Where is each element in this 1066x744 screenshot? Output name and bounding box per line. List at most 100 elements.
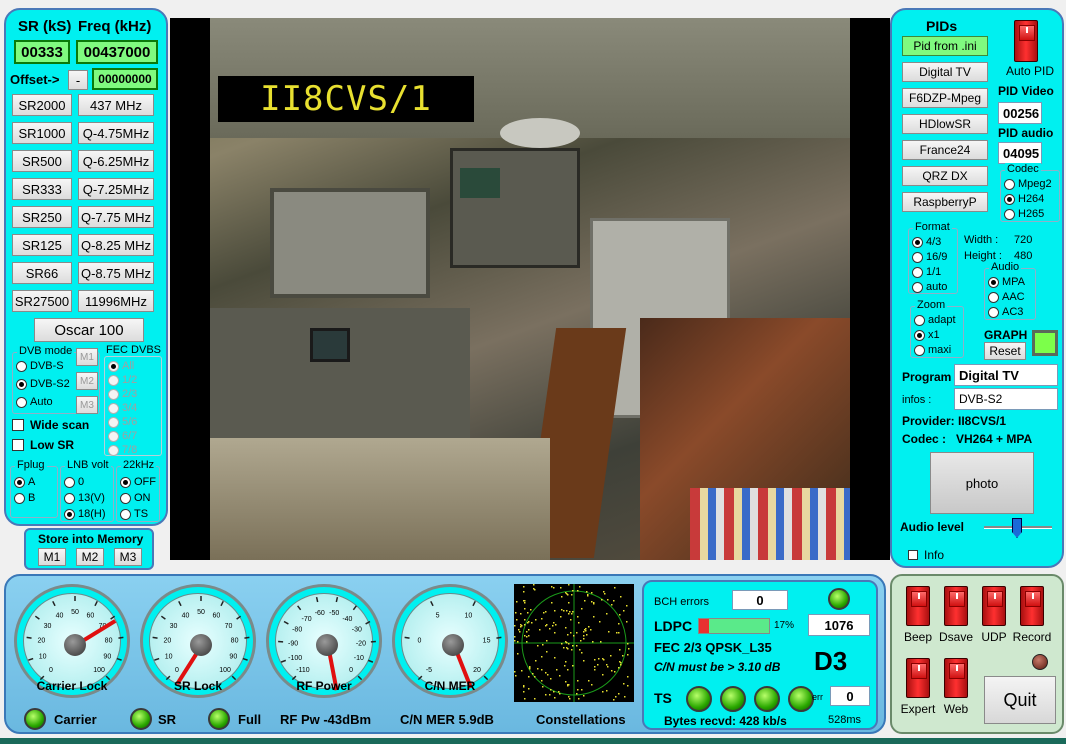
store-m1-button[interactable]: M1: [38, 548, 66, 566]
freq-button-7[interactable]: Q-8.75 MHz: [78, 262, 154, 284]
m3-button[interactable]: M3: [76, 396, 98, 414]
radio-lnb-0[interactable]: 0: [64, 476, 84, 488]
radio-fec-3[interactable]: 2/3: [108, 388, 137, 400]
sr-button-sr333[interactable]: SR333: [12, 178, 72, 200]
gauge-tick: [116, 657, 122, 661]
radio-lnb-18h[interactable]: 18(H): [64, 508, 106, 520]
radio-22k-ts[interactable]: TS: [120, 508, 148, 520]
freq-button-2[interactable]: Q-4.75MHz: [78, 122, 154, 144]
radio-fec-1[interactable]: All: [108, 360, 134, 372]
infos-input[interactable]: DVB-S2: [954, 388, 1058, 410]
radio-22k-on[interactable]: ON: [120, 492, 151, 504]
store-m2-button[interactable]: M2: [76, 548, 104, 566]
m2-button[interactable]: M2: [76, 372, 98, 390]
radio-fplug-a[interactable]: A: [14, 476, 35, 488]
freq-button-4[interactable]: Q-7.25MHz: [78, 178, 154, 200]
graph-led[interactable]: [1032, 330, 1058, 356]
gauge-tick: [220, 601, 224, 607]
sr-button-sr125[interactable]: SR125: [12, 234, 72, 256]
toggle-beep[interactable]: [906, 586, 930, 626]
gauge-caption: Carrier Lock: [36, 679, 108, 693]
offset-display[interactable]: 00000000: [92, 68, 158, 90]
wide-scan-checkbox[interactable]: Wide scan: [12, 418, 89, 432]
radio-fec-2[interactable]: 1/2: [108, 374, 137, 386]
pid-preset-button-7[interactable]: RaspberryP: [902, 192, 988, 212]
freq-button-8[interactable]: 11996MHz: [78, 290, 154, 312]
radio-fplug-b[interactable]: B: [14, 492, 35, 504]
parts-bins: [690, 488, 850, 560]
radio-fec-7[interactable]: 7/8: [108, 444, 137, 456]
width-value: 720: [1014, 234, 1033, 246]
video-area[interactable]: II8CVS/1: [170, 18, 890, 560]
carrier-status: Carrier: [54, 712, 97, 727]
radio-fec-4[interactable]: 3/4: [108, 402, 137, 414]
ldpc-bar: [698, 618, 770, 634]
sr-button-sr250[interactable]: SR250: [12, 206, 72, 228]
constellation-point: [594, 669, 596, 671]
pid-preset-button-3[interactable]: F6DZP-Mpeg: [902, 88, 988, 108]
freq-button-6[interactable]: Q-8.25 MHz: [78, 234, 154, 256]
oscar-100-button[interactable]: Oscar 100: [34, 318, 144, 342]
radio-format-4-3[interactable]: 4/3: [912, 236, 941, 248]
toggle-expert[interactable]: [906, 658, 930, 698]
pid-preset-button-1[interactable]: Pid from .ini: [902, 36, 988, 56]
program-input[interactable]: Digital TV: [954, 364, 1058, 386]
radio-format-1-1[interactable]: 1/1: [912, 266, 941, 278]
ldpc-percent: 17%: [774, 620, 795, 631]
radio-fec-5[interactable]: 5/6: [108, 416, 137, 428]
offset-sign-button[interactable]: -: [68, 70, 88, 90]
audio-level-slider[interactable]: [1012, 518, 1022, 538]
sr-display[interactable]: 00333: [14, 40, 70, 64]
quit-button[interactable]: Quit: [984, 676, 1056, 724]
freq-display[interactable]: 00437000: [76, 40, 158, 64]
freq-button-5[interactable]: Q-7.75 MHz: [78, 206, 154, 228]
radio-zoom-x1[interactable]: x1: [914, 329, 940, 341]
freq-button-3[interactable]: Q-6.25MHz: [78, 150, 154, 172]
radio-dvb-s2[interactable]: DVB-S2: [16, 378, 70, 390]
sr-button-sr500[interactable]: SR500: [12, 150, 72, 172]
store-m3-button[interactable]: M3: [114, 548, 142, 566]
toggle-udp[interactable]: [982, 586, 1006, 626]
info-checkbox[interactable]: Info: [908, 548, 944, 562]
radio-zoom-adapt[interactable]: adapt: [914, 314, 956, 326]
radio-mpeg2[interactable]: Mpeg2: [1004, 178, 1052, 190]
toggle-dsave[interactable]: [944, 586, 968, 626]
radio-mpa[interactable]: MPA: [988, 276, 1025, 288]
pid-preset-button-2[interactable]: Digital TV: [902, 62, 988, 82]
radio-format-16-9[interactable]: 16/9: [912, 251, 947, 263]
radio-22k-off[interactable]: OFF: [120, 476, 156, 488]
sr-button-sr1000[interactable]: SR1000: [12, 122, 72, 144]
radio-fec-6[interactable]: 6/7: [108, 430, 137, 442]
radio-aac[interactable]: AAC: [988, 291, 1025, 303]
constellation-point: [532, 673, 534, 675]
pid-preset-button-6[interactable]: QRZ DX: [902, 166, 988, 186]
radio-h264[interactable]: H264: [1004, 193, 1044, 205]
radio-zoom-maxi[interactable]: maxi: [914, 344, 951, 356]
radio-format-auto[interactable]: auto: [912, 281, 947, 293]
constellation-point: [523, 686, 525, 688]
m1-button[interactable]: M1: [76, 348, 98, 366]
radio-dvb-s[interactable]: DVB-S: [16, 360, 64, 372]
low-sr-checkbox[interactable]: Low SR: [12, 438, 74, 452]
pid-preset-button-4[interactable]: HDlowSR: [902, 114, 988, 134]
auto-pid-toggle[interactable]: [1014, 20, 1038, 62]
sr-button-sr27500[interactable]: SR27500: [12, 290, 72, 312]
radio-lnb-13v[interactable]: 13(V): [64, 492, 105, 504]
sr-button-sr66[interactable]: SR66: [12, 262, 72, 284]
pid-audio-input[interactable]: 04095: [998, 142, 1042, 164]
constellation-point: [520, 626, 522, 628]
sr-button-sr2000[interactable]: SR2000: [12, 94, 72, 116]
constellation-point: [616, 632, 618, 634]
reset-button[interactable]: Reset: [984, 342, 1026, 360]
photo-button[interactable]: photo: [930, 452, 1034, 514]
freq-button-1[interactable]: 437 MHz: [78, 94, 154, 116]
constellation-point: [516, 601, 518, 603]
toggle-label-web: Web: [943, 702, 969, 716]
toggle-web[interactable]: [944, 658, 968, 698]
toggle-record[interactable]: [1020, 586, 1044, 626]
pid-video-input[interactable]: 00256: [998, 102, 1042, 124]
radio-h265[interactable]: H265: [1004, 208, 1044, 220]
radio-ac3[interactable]: AC3: [988, 306, 1023, 318]
pid-preset-button-5[interactable]: France24: [902, 140, 988, 160]
radio-auto[interactable]: Auto: [16, 396, 53, 408]
